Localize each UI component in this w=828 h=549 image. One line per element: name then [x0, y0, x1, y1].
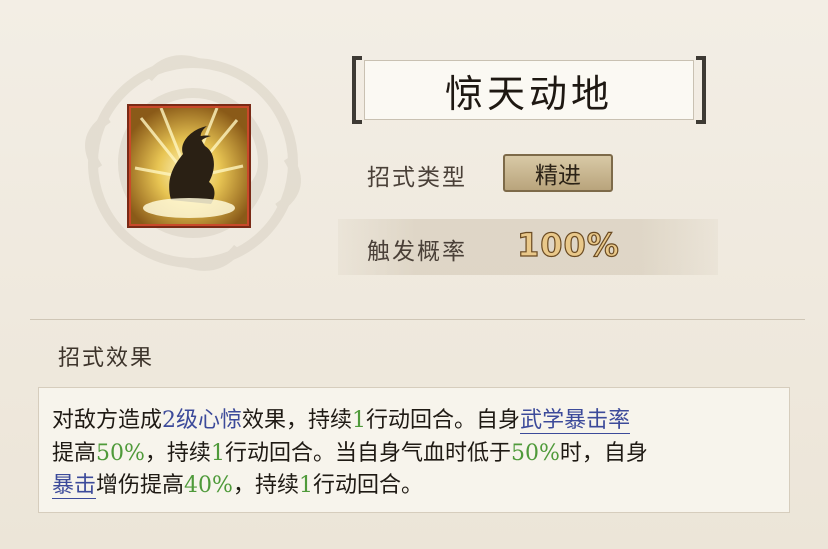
skill-detail-panel: 惊天动地 招式类型 精进 触发概率 100% 招式效果 对敌方造成2级心惊效果，…	[0, 0, 828, 549]
trigger-probability-value: 100%	[516, 225, 620, 264]
trigger-probability-label: 触发概率	[367, 239, 467, 265]
title-plate: 惊天动地	[364, 60, 694, 120]
effect-term: 心惊	[198, 408, 243, 433]
effect-text: ，持续	[232, 473, 299, 498]
effect-text: 增伤提高	[96, 473, 185, 498]
effect-text: 提高	[52, 441, 97, 466]
title-bracket-left	[352, 56, 362, 124]
skill-title-frame: 惊天动地	[352, 56, 706, 124]
effect-text: 时，自身	[559, 441, 648, 466]
skill-name: 惊天动地	[444, 71, 613, 116]
skill-type-value: 精进	[535, 163, 581, 189]
effect-number: 1	[352, 408, 367, 433]
effect-number: 40%	[184, 473, 233, 498]
effect-text: 效果，持续	[242, 408, 353, 433]
effect-text: 行动回合。当自身气血时低于	[224, 441, 511, 466]
effect-text: 行动回合。自身	[366, 408, 521, 433]
erupting-burst-icon	[131, 108, 247, 224]
effect-line-2: 提高50%，持续1行动回合。当自身气血时低于50%时，自身	[52, 435, 648, 467]
skill-type-badge: 精进	[503, 154, 613, 192]
effect-number: 50%	[510, 441, 560, 466]
effect-number: 1	[210, 441, 225, 466]
effect-text: 对敌方造成	[52, 408, 163, 433]
effect-keyword-link[interactable]: 武学暴击率	[520, 408, 631, 434]
effect-keyword-link[interactable]: 暴击	[52, 473, 97, 499]
skill-icon[interactable]	[127, 104, 251, 228]
effect-number: 50%	[96, 441, 145, 466]
effect-number: 1	[298, 473, 313, 498]
title-bracket-right	[696, 56, 706, 124]
effect-text: 行动回合。	[312, 473, 423, 498]
effect-line-1: 对敌方造成2级心惊效果，持续1行动回合。自身武学暴击率	[52, 402, 631, 434]
section-divider	[30, 319, 805, 320]
skill-type-label: 招式类型	[367, 165, 467, 191]
effect-term: 2级	[162, 408, 199, 433]
effect-line-3: 暴击增伤提高40%，持续1行动回合。	[52, 467, 423, 499]
effect-section-title: 招式效果	[58, 346, 155, 371]
effect-text: ，持续	[144, 441, 211, 466]
